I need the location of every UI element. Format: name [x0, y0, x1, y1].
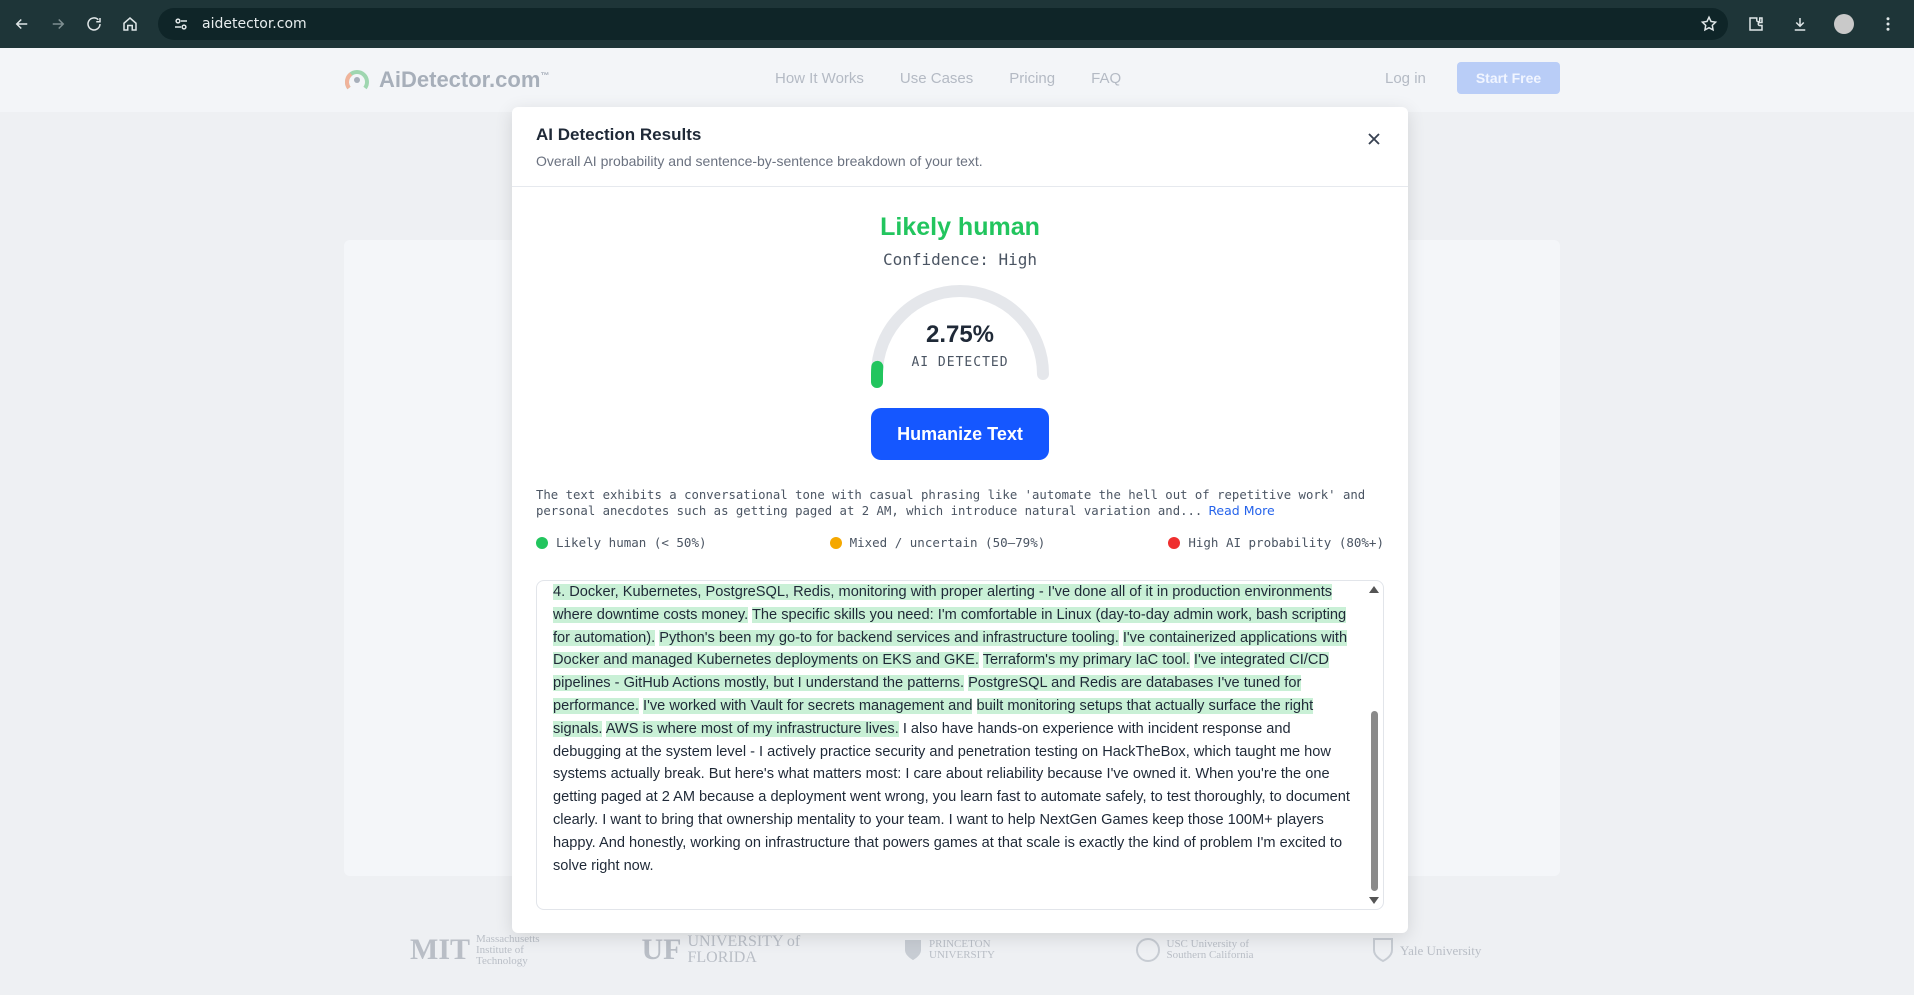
- usc-seal-icon: [1135, 938, 1160, 962]
- sentence[interactable]: I want to bring that ownership mentality…: [602, 812, 944, 828]
- main-nav: How It Works Use Cases Pricing FAQ: [775, 70, 1121, 87]
- confidence-label: Confidence: High: [882, 250, 1038, 269]
- scroll-up-arrow-icon[interactable]: [1369, 586, 1379, 593]
- modal-header: AI Detection Results Overall AI probabil…: [512, 107, 1408, 187]
- partner-logo-mit: MIT Massachusetts Institute of Technolog…: [410, 932, 540, 967]
- gauge-label: AI DETECTED: [911, 355, 1009, 370]
- ai-gauge: 2.75% AI DETECTED: [865, 279, 1055, 389]
- partner-logo-usc: USC University of Southern California: [1135, 937, 1277, 963]
- ai-results-modal: AI Detection Results Overall AI probabil…: [512, 107, 1408, 933]
- red-dot-icon: [1168, 536, 1181, 549]
- sentence-list: 4. Docker, Kubernetes, PostgreSQL, Redis…: [553, 581, 1353, 877]
- scrollbar[interactable]: [1367, 581, 1381, 909]
- start-free-button[interactable]: Start Free: [1457, 62, 1560, 94]
- download-icon[interactable]: [1782, 6, 1818, 42]
- reload-icon[interactable]: [76, 6, 112, 42]
- read-more-link[interactable]: Read More: [1208, 503, 1274, 518]
- menu-kebab-icon[interactable]: [1870, 6, 1906, 42]
- nav-pricing[interactable]: Pricing: [1009, 70, 1055, 87]
- partner-logo-princeton: PRINCETON UNIVERSITY: [903, 938, 1039, 962]
- sentence[interactable]: AWS is where most of my infrastructure l…: [605, 720, 899, 737]
- extensions-icon[interactable]: [1738, 6, 1774, 42]
- bookmark-star-icon[interactable]: [1700, 15, 1718, 33]
- browser-toolbar: aidetector.com: [0, 0, 1914, 48]
- legend-item-ai: High AI probability (80%+): [1168, 535, 1384, 550]
- amber-dot-icon: [829, 536, 842, 549]
- sentence[interactable]: Python's been my go-to for backend servi…: [659, 629, 1119, 646]
- sentence[interactable]: I've worked with Vault for secrets manag…: [643, 697, 973, 714]
- sentence[interactable]: Terraform's my primary IaC tool.: [982, 652, 1190, 669]
- site-header: AiDetector.com™ How It Works Use Cases P…: [0, 48, 1914, 112]
- site-settings-icon[interactable]: [172, 15, 190, 33]
- princeton-shield-icon: [905, 940, 921, 960]
- modal-title: AI Detection Results: [536, 125, 702, 144]
- legend-item-human: Likely human (< 50%): [536, 535, 707, 550]
- nav-use-cases[interactable]: Use Cases: [900, 70, 973, 87]
- login-link[interactable]: Log in: [1385, 70, 1426, 87]
- address-bar[interactable]: aidetector.com: [158, 8, 1728, 40]
- back-arrow-icon[interactable]: [4, 6, 40, 42]
- url-text[interactable]: aidetector.com: [202, 16, 307, 32]
- partner-logo-florida: UF UNIVERSITY of FLORIDA: [641, 933, 801, 966]
- close-icon[interactable]: [1364, 129, 1384, 149]
- forward-arrow-icon[interactable]: [40, 6, 76, 42]
- profile-avatar[interactable]: [1826, 6, 1862, 42]
- logo-text: AiDetector.com™: [379, 67, 550, 92]
- legend: Likely human (< 50%) Mixed / uncertain (…: [536, 535, 1384, 550]
- partner-logos: MIT Massachusetts Institute of Technolog…: [410, 930, 1510, 970]
- scroll-down-arrow-icon[interactable]: [1369, 897, 1379, 904]
- sentence[interactable]: And honestly, working on infrastructure …: [553, 835, 1342, 874]
- gauge-percent: 2.75%: [925, 321, 995, 348]
- analysis-summary: The text exhibits a conversational tone …: [536, 487, 1384, 519]
- humanize-text-button[interactable]: Humanize Text: [871, 408, 1049, 460]
- verdict-label: Likely human: [880, 213, 1040, 241]
- modal-subtitle: Overall AI probability and sentence-by-s…: [536, 153, 983, 169]
- sentence[interactable]: But here's what matters most: I care abo…: [709, 766, 1192, 782]
- nav-faq[interactable]: FAQ: [1091, 70, 1121, 87]
- site-logo[interactable]: AiDetector.com™: [343, 66, 549, 94]
- yale-shield-icon: [1373, 938, 1393, 963]
- nav-how-it-works[interactable]: How It Works: [775, 70, 864, 87]
- home-icon[interactable]: [112, 6, 148, 42]
- analyzed-text-box[interactable]: 4. Docker, Kubernetes, PostgreSQL, Redis…: [536, 580, 1384, 910]
- legend-item-mixed: Mixed / uncertain (50–79%): [829, 535, 1045, 550]
- green-dot-icon: [536, 536, 548, 549]
- logo-mark-icon: [345, 70, 369, 90]
- partner-logo-yale: Yale University: [1372, 937, 1510, 963]
- scrollbar-thumb[interactable]: [1371, 711, 1378, 891]
